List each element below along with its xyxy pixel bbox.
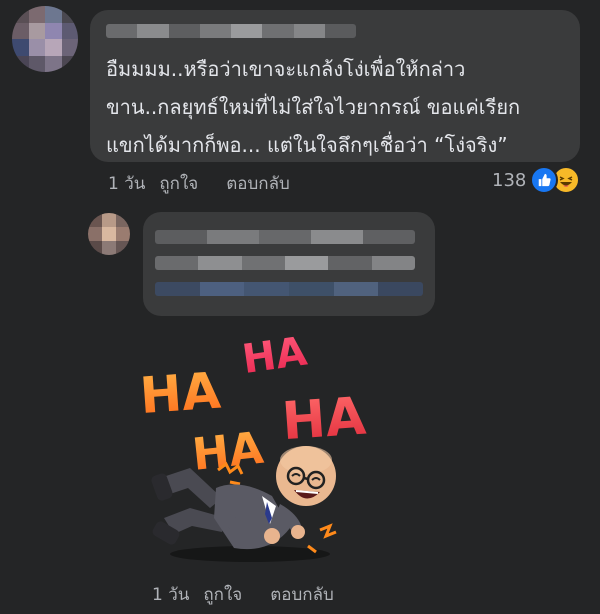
comment-text-line: อืมมมม..หรือว่าเขาจะแกล้งโง่เพื่อให้กล่า…	[106, 57, 466, 81]
commenter-avatar[interactable]	[88, 213, 130, 255]
comment-bubble	[143, 212, 435, 316]
comment-actions: 1 วัน ถูกใจ ตอบกลับ	[108, 170, 290, 197]
reply-button[interactable]: ตอบกลับ	[226, 170, 290, 197]
sticker-word: HA	[239, 329, 309, 384]
reaction-count: 138	[492, 169, 527, 191]
blurred-commenter-name[interactable]	[106, 24, 356, 38]
like-button[interactable]: ถูกใจ	[203, 581, 242, 608]
comment-text-line: แขกได้มากก็พอ... แต่ในใจลึกๆเชื่อว่า “โง…	[106, 133, 508, 157]
haha-sticker[interactable]: HA HA HA HA	[130, 318, 390, 576]
like-button[interactable]: ถูกใจ	[159, 170, 198, 197]
blurred-commenter-name[interactable]	[155, 230, 415, 244]
comment-actions: 1 วัน ถูกใจ ตอบกลับ	[152, 581, 334, 608]
reactions-summary[interactable]: 138	[492, 166, 581, 194]
like-icon	[530, 166, 559, 194]
sticker-word: HA	[280, 387, 368, 453]
reply-button[interactable]: ตอบกลับ	[270, 581, 334, 608]
sticker-word: HA	[190, 423, 266, 481]
commenter-avatar[interactable]	[12, 6, 78, 72]
sticker-word: HA	[138, 362, 223, 425]
comment-text: อืมมมม..หรือว่าเขาจะแกล้งโง่เพื่อให้กล่า…	[106, 50, 576, 164]
comment-timestamp[interactable]: 1 วัน	[152, 581, 189, 608]
comment-text-line: ขาน..กลยุทธ์ใหม่ที่ไม่ใส่ใจไวยากรณ์ ขอแค…	[106, 95, 521, 119]
blurred-comment-text	[155, 282, 423, 296]
blurred-comment-text	[155, 256, 415, 270]
comment-timestamp[interactable]: 1 วัน	[108, 170, 145, 197]
